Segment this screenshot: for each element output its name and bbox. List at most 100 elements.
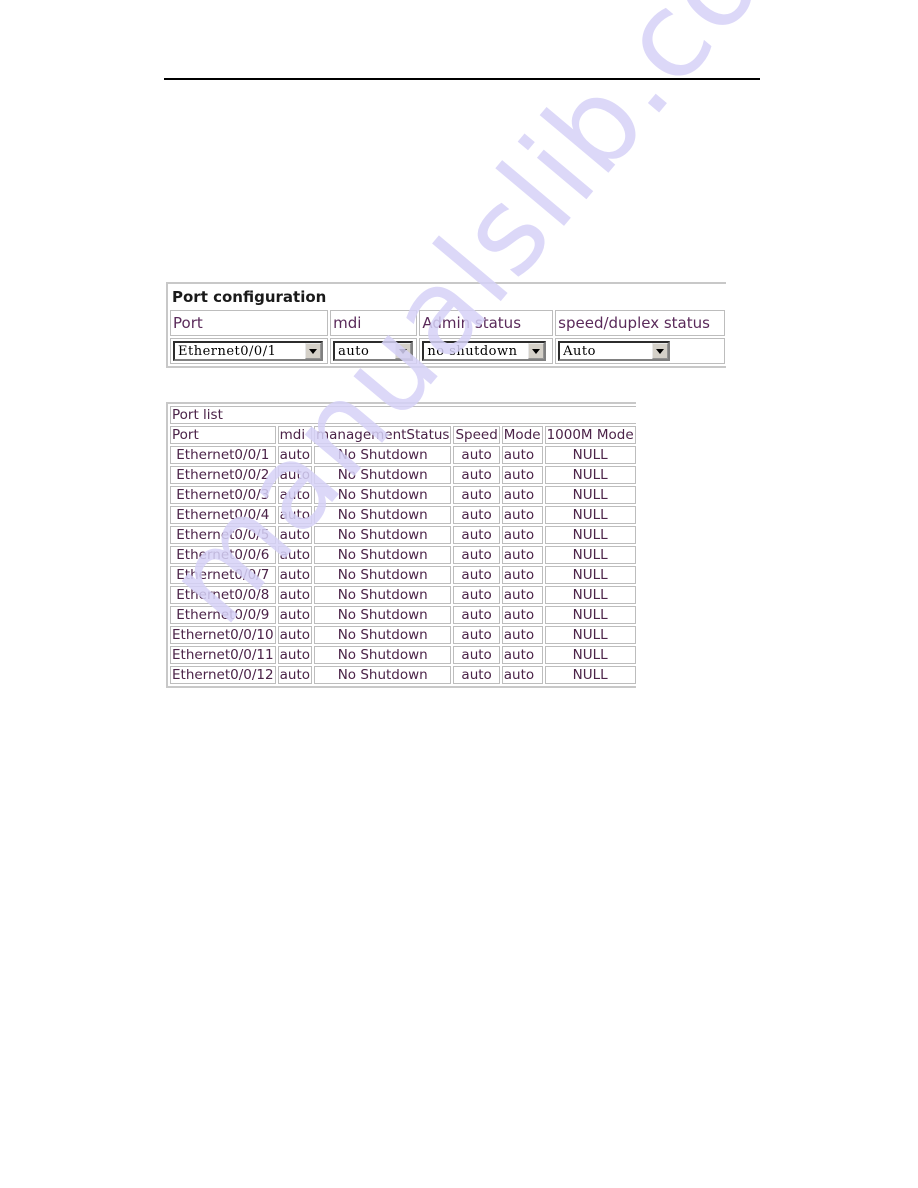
port-cell: Ethernet0/0/9 [170, 606, 276, 624]
mode-cell: auto [501, 666, 543, 684]
1000m-mode-cell: NULL [544, 466, 636, 484]
speed-cell: auto [453, 646, 500, 664]
mdi-cell: auto [277, 446, 312, 464]
management-status-cell: No Shutdown [314, 566, 452, 584]
header-mdi: mdi [330, 310, 418, 336]
admin-status-select-value: no shutdown [427, 343, 518, 359]
management-status-cell: No Shutdown [314, 546, 452, 564]
mode-cell: auto [501, 586, 543, 604]
table-row: Ethernet0/0/2 auto No Shutdown auto auto NULL [170, 466, 636, 484]
mdi-select-cell: auto [330, 338, 418, 364]
mode-cell: auto [501, 566, 543, 584]
mdi-select[interactable]: auto [333, 341, 414, 362]
port-list-panel: Port list Port mdi managementStatus Spee… [166, 402, 636, 690]
mdi-cell: auto [277, 586, 312, 604]
1000m-mode-cell: NULL [544, 486, 636, 504]
speed-cell: auto [453, 506, 500, 524]
table-row: Ethernet0/0/12 auto No Shutdown auto auto NUL… [170, 666, 636, 684]
speed-duplex-select-cell: Auto [555, 338, 726, 364]
speed-cell: auto [453, 566, 500, 584]
mode-cell: auto [501, 626, 543, 644]
management-status-cell: No Shutdown [314, 626, 452, 644]
speed-cell: auto [453, 466, 500, 484]
speed-cell: auto [453, 526, 500, 544]
speed-cell: auto [453, 446, 500, 464]
1000m-mode-cell: NULL [544, 506, 636, 524]
port-select[interactable]: Ethernet0/0/1 [173, 341, 323, 362]
management-status-cell: No Shutdown [314, 446, 452, 464]
speed-cell: auto [453, 546, 500, 564]
mdi-select-value: auto [338, 343, 370, 359]
port-cell: Ethernet0/0/8 [170, 586, 276, 604]
management-status-cell: No Shutdown [314, 586, 452, 604]
port-list-title: Port list [170, 406, 636, 424]
table-row: Ethernet0/0/5 auto No Shutdown auto auto NULL [170, 526, 636, 544]
table-row: Ethernet0/0/10 auto No Shutdown auto auto NUL… [170, 626, 636, 644]
admin-status-select-cell: no shutdown [419, 338, 554, 364]
speed-cell: auto [453, 486, 500, 504]
mode-cell: auto [501, 466, 543, 484]
1000m-mode-cell: NULL [544, 666, 636, 684]
speed-cell: auto [453, 586, 500, 604]
table-row: Ethernet0/0/9 auto No Shutdown auto auto NULL [170, 606, 636, 624]
col-header-management-status: managementStatus [314, 426, 452, 444]
col-header-speed: Speed [453, 426, 500, 444]
port-cell: Ethernet0/0/6 [170, 546, 276, 564]
mdi-cell: auto [277, 646, 312, 664]
management-status-cell: No Shutdown [314, 606, 452, 624]
table-row: Ethernet0/0/8 auto No Shutdown auto auto NULL [170, 586, 636, 604]
management-status-cell: No Shutdown [314, 666, 452, 684]
speed-duplex-select-value: Auto [563, 343, 596, 359]
port-cell: Ethernet0/0/2 [170, 466, 276, 484]
speed-duplex-select[interactable]: Auto [558, 341, 671, 362]
1000m-mode-cell: NULL [544, 526, 636, 544]
1000m-mode-cell: NULL [544, 646, 636, 664]
mdi-cell: auto [277, 566, 312, 584]
header-port: Port [170, 310, 329, 336]
mdi-cell: auto [277, 546, 312, 564]
mdi-cell: auto [277, 606, 312, 624]
chevron-down-icon[interactable] [528, 343, 545, 360]
mode-cell: auto [501, 446, 543, 464]
speed-cell: auto [453, 606, 500, 624]
mdi-cell: auto [277, 466, 312, 484]
1000m-mode-cell: NULL [544, 626, 636, 644]
port-cell: Ethernet0/0/7 [170, 566, 276, 584]
admin-status-select[interactable]: no shutdown [422, 341, 547, 362]
mdi-cell: auto [277, 526, 312, 544]
port-configuration-panel: Port configuration Port mdi Admin status… [166, 282, 726, 368]
port-cell: Ethernet0/0/11 [170, 646, 276, 664]
col-header-mdi: mdi [277, 426, 312, 444]
port-cell: Ethernet0/0/3 [170, 486, 276, 504]
mdi-cell: auto [277, 666, 312, 684]
speed-cell: auto [453, 666, 500, 684]
port-cell: Ethernet0/0/4 [170, 506, 276, 524]
management-status-cell: No Shutdown [314, 486, 452, 504]
table-row: Ethernet0/0/11 auto No Shutdown auto auto NUL… [170, 646, 636, 664]
1000m-mode-cell: NULL [544, 446, 636, 464]
1000m-mode-cell: NULL [544, 606, 636, 624]
chevron-down-icon[interactable] [652, 343, 669, 360]
port-cell: Ethernet0/0/10 [170, 626, 276, 644]
header-rule [164, 78, 760, 80]
port-select-cell: Ethernet0/0/1 [170, 338, 329, 364]
mode-cell: auto [501, 546, 543, 564]
chevron-down-icon[interactable] [395, 343, 412, 360]
port-select-value: Ethernet0/0/1 [178, 343, 277, 359]
col-header-port: Port [170, 426, 276, 444]
1000m-mode-cell: NULL [544, 586, 636, 604]
table-row: Ethernet0/0/6 auto No Shutdown auto auto NULL [170, 546, 636, 564]
mode-cell: auto [501, 646, 543, 664]
management-status-cell: No Shutdown [314, 466, 452, 484]
port-configuration-title: Port configuration [172, 288, 327, 306]
col-header-1000m-mode: 1000M Mode [544, 426, 636, 444]
table-row: Ethernet0/0/1 auto No Shutdown auto auto NULL [170, 446, 636, 464]
port-list-table: Port list Port mdi managementStatus Spee… [166, 402, 636, 688]
mode-cell: auto [501, 486, 543, 504]
mode-cell: auto [501, 606, 543, 624]
table-row: Ethernet0/0/4 auto No Shutdown auto auto NULL [170, 506, 636, 524]
chevron-down-icon[interactable] [305, 343, 321, 360]
mode-cell: auto [501, 526, 543, 544]
1000m-mode-cell: NULL [544, 546, 636, 564]
management-status-cell: No Shutdown [314, 646, 452, 664]
